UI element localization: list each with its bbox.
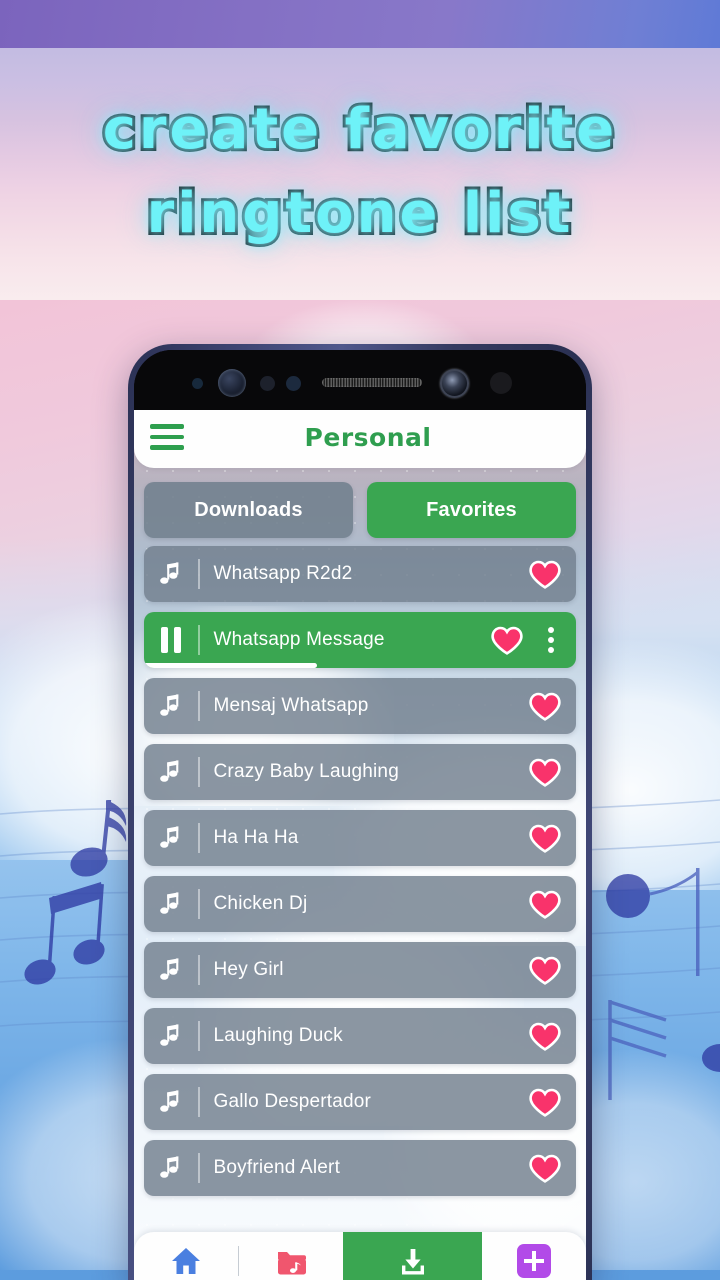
favorite-heart-icon[interactable] (528, 1087, 562, 1117)
music-note-icon (160, 562, 179, 584)
download-icon (401, 1249, 424, 1275)
phone-mockup: Personal Downloads Favorites Whatsapp R2… (128, 344, 592, 1280)
row-divider (198, 691, 200, 721)
music-note-decoration (24, 800, 127, 985)
favorite-heart-icon[interactable] (528, 757, 562, 787)
row-divider (198, 1087, 200, 1117)
phone-notch-bar (134, 350, 586, 410)
ringtone-row[interactable]: Whatsapp Message (144, 612, 576, 668)
play-button[interactable] (144, 957, 198, 983)
ringtone-row[interactable]: Boyfriend Alert (144, 1140, 576, 1196)
music-note-icon (160, 892, 179, 914)
tab-bar: Downloads Favorites (134, 468, 586, 546)
iris-scanner-icon (218, 369, 246, 397)
favorite-heart-icon[interactable] (490, 625, 524, 655)
ringtone-title: Whatsapp Message (213, 629, 385, 650)
ringtone-row[interactable]: Mensaj Whatsapp (144, 678, 576, 734)
favorite-heart-icon[interactable] (528, 559, 562, 589)
music-note-icon (160, 826, 179, 848)
ringtone-row[interactable]: Crazy Baby Laughing (144, 744, 576, 800)
earpiece-speaker-icon (322, 378, 422, 387)
ringtone-title: Gallo Despertador (213, 1091, 372, 1112)
favorite-heart-icon[interactable] (528, 955, 562, 985)
page-title: Personal (304, 422, 432, 452)
ringtone-title: Ha Ha Ha (213, 827, 299, 848)
playback-progress-bar[interactable] (144, 663, 317, 668)
play-button[interactable] (144, 1023, 198, 1049)
favorite-heart-icon[interactable] (528, 691, 562, 721)
nav-my-music-button[interactable] (239, 1232, 343, 1280)
kebab-menu-icon[interactable] (538, 627, 564, 653)
ringtone-row[interactable]: Ha Ha Ha (144, 810, 576, 866)
row-divider (198, 823, 200, 853)
sensor-icon (260, 376, 275, 391)
favorite-heart-icon[interactable] (528, 823, 562, 853)
favorite-heart-icon[interactable] (528, 1021, 562, 1051)
ringtone-row[interactable]: Whatsapp R2d2 (144, 546, 576, 602)
row-divider (198, 625, 200, 655)
front-camera-icon (440, 369, 469, 398)
music-note-icon (160, 1156, 179, 1178)
headline-line-2: ringtone list (144, 178, 574, 249)
ringtone-title: Hey Girl (213, 959, 284, 980)
ringtone-title: Crazy Baby Laughing (213, 761, 399, 782)
music-note-decoration (606, 868, 720, 1100)
hamburger-menu-icon[interactable] (150, 424, 200, 450)
ringtone-row[interactable]: Laughing Duck (144, 1008, 576, 1064)
nav-home-button[interactable] (134, 1232, 238, 1280)
favorite-heart-icon[interactable] (528, 889, 562, 919)
ringtone-title: Whatsapp R2d2 (213, 563, 353, 584)
music-note-icon (160, 760, 179, 782)
music-folder-icon (277, 1252, 306, 1275)
home-icon (171, 1248, 200, 1274)
app-bar: Personal (134, 406, 586, 468)
play-button[interactable] (144, 891, 198, 917)
ringtone-row[interactable]: Hey Girl (144, 942, 576, 998)
favorite-heart-icon[interactable] (528, 1153, 562, 1183)
headline-line-1: create favorite (100, 94, 618, 165)
sensor-icon (490, 372, 512, 394)
play-button[interactable] (144, 1155, 198, 1181)
row-divider (198, 757, 200, 787)
nav-download-button[interactable] (342, 1232, 483, 1280)
sensor-icon (192, 378, 203, 389)
row-divider (198, 889, 200, 919)
row-divider (198, 1021, 200, 1051)
promo-screenshot: create favorite ringtone list Personal D… (0, 0, 720, 1280)
play-button[interactable] (144, 693, 198, 719)
ringtone-title: Laughing Duck (213, 1025, 343, 1046)
music-note-icon (160, 958, 179, 980)
play-button[interactable] (144, 759, 198, 785)
app-viewport: Personal Downloads Favorites Whatsapp R2… (134, 406, 586, 1280)
play-button[interactable] (144, 1089, 198, 1115)
music-note-icon (160, 1024, 179, 1046)
nav-add-button[interactable] (482, 1232, 586, 1280)
play-button[interactable] (144, 825, 198, 851)
top-accent-band (0, 0, 720, 48)
music-note-icon (160, 1090, 179, 1112)
row-divider (198, 1153, 200, 1183)
ringtone-title: Boyfriend Alert (213, 1157, 341, 1178)
tab-favorites[interactable]: Favorites (367, 482, 576, 538)
plus-icon (517, 1244, 552, 1278)
ringtone-row[interactable]: Gallo Despertador (144, 1074, 576, 1130)
bottom-navigation-bar (134, 1232, 586, 1280)
sensor-icon (286, 376, 301, 391)
row-divider (198, 955, 200, 985)
phone-screen: Personal Downloads Favorites Whatsapp R2… (134, 350, 586, 1280)
play-button[interactable] (144, 561, 198, 587)
pause-button[interactable] (144, 627, 198, 653)
ringtone-title: Mensaj Whatsapp (213, 695, 369, 716)
ringtone-row[interactable]: Chicken Dj (144, 876, 576, 932)
music-note-icon (160, 694, 179, 716)
tab-downloads[interactable]: Downloads (144, 482, 353, 538)
ringtone-list[interactable]: Whatsapp R2d2 Whatsapp Message Mensaj What… (134, 546, 586, 1196)
row-divider (198, 559, 200, 589)
pause-icon (161, 627, 181, 653)
promo-headline: create favorite ringtone list (0, 88, 720, 256)
ringtone-title: Chicken Dj (213, 893, 308, 914)
